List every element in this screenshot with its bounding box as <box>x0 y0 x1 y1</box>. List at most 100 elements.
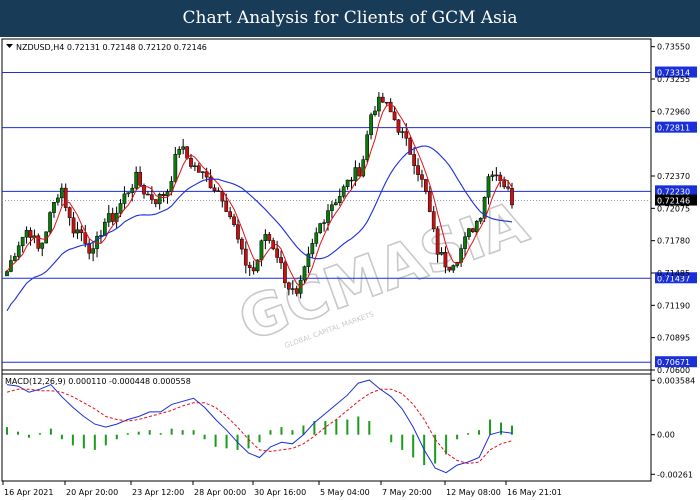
price-tick-label: 0.73255 <box>657 75 690 84</box>
candle-body <box>447 266 452 271</box>
candle-body <box>181 146 186 150</box>
time-tick-label: 20 Apr 20:00 <box>66 488 118 497</box>
candle-body <box>412 154 416 166</box>
candle-body <box>177 149 182 155</box>
candle-body <box>134 171 139 189</box>
candle-body <box>326 210 330 223</box>
candle-body <box>380 96 385 103</box>
candle-body <box>28 230 33 238</box>
candle-body <box>471 228 475 233</box>
candle-body <box>373 110 377 115</box>
candle-body <box>400 131 405 133</box>
candle-body <box>290 288 295 290</box>
time-tick-label: 12 May 08:00 <box>446 488 501 497</box>
candle-body <box>420 174 424 180</box>
candle-body <box>333 202 338 206</box>
price-tick-label: 0.72370 <box>657 172 690 181</box>
candle-body <box>79 229 84 233</box>
candle-body <box>236 224 240 240</box>
candle-body <box>510 188 514 206</box>
candle-body <box>251 267 256 272</box>
time-tick-label: 30 Apr 16:00 <box>254 488 306 497</box>
macd-tick-label: 0.003584 <box>657 376 695 385</box>
candle-body <box>67 207 72 219</box>
candle-body <box>56 197 60 203</box>
candle-body <box>232 216 236 225</box>
price-tick-label: 0.70895 <box>657 334 690 343</box>
candle-body <box>16 245 21 257</box>
candle-body <box>24 230 29 238</box>
candle-body <box>63 187 68 208</box>
candle-body <box>341 186 346 197</box>
candle-body <box>478 217 483 222</box>
macd-tick-label: 0.00 <box>657 431 675 440</box>
candle-body <box>216 190 221 192</box>
candle-body <box>310 243 315 255</box>
time-axis: 16 Apr 2021 20 Apr 20:00 23 Apr 12:00 28 Ap… <box>2 481 562 497</box>
candle-body <box>161 193 166 197</box>
candle-body <box>267 234 272 241</box>
macd-tick-label: -0.00261 <box>657 470 693 479</box>
candle-body <box>392 111 397 121</box>
candle-body <box>189 157 193 167</box>
candle-body <box>110 213 115 222</box>
candle-body <box>275 248 279 258</box>
candle-body <box>243 248 248 266</box>
candle-body <box>463 236 467 249</box>
candle-body <box>494 174 499 177</box>
candle-body <box>220 191 225 202</box>
price-tick-label: 0.73550 <box>657 43 690 52</box>
candle-body <box>12 256 17 261</box>
candle-body <box>404 131 409 139</box>
candle-body <box>118 203 123 214</box>
time-tick-label: 28 Apr 00:00 <box>194 488 246 497</box>
candle-body <box>20 236 25 247</box>
time-tick-label: 5 May 04:00 <box>320 488 370 497</box>
chart-area[interactable]: GCMASIAGLOBAL CAPITAL MARKETS 0.733140.7… <box>0 37 700 500</box>
candle-body <box>279 257 283 264</box>
candle-body <box>427 191 432 212</box>
candle-body <box>240 238 244 250</box>
macd-plot-frame <box>1 373 652 482</box>
candle-body <box>173 154 178 182</box>
candle-body <box>490 174 495 177</box>
candle-body <box>52 202 56 213</box>
candle-body <box>353 167 358 181</box>
candle-body <box>126 192 131 195</box>
candle-body <box>247 264 252 268</box>
candle-body <box>40 242 45 249</box>
candle-body <box>424 179 428 192</box>
candle-body <box>59 187 64 199</box>
price-tick-label: 0.71190 <box>657 301 690 310</box>
candle-body <box>294 288 299 294</box>
candle-body <box>122 193 127 204</box>
candle-body <box>165 191 170 197</box>
candle-body <box>365 134 370 160</box>
candle-body <box>283 262 287 284</box>
candle-body <box>443 252 448 268</box>
price-tick-label: 0.71485 <box>657 269 690 278</box>
symbol-ohlc-label: NZDUSD,H4 0.72131 0.72148 0.72120 0.7214… <box>16 43 207 52</box>
candle-body <box>369 114 373 136</box>
candle-body <box>91 248 95 254</box>
candle-body <box>486 176 491 198</box>
candle-body <box>103 221 107 236</box>
chart-title-banner: Chart Analysis for Clients of GCM Asia <box>0 0 700 37</box>
candle-body <box>185 146 189 159</box>
candle-body <box>75 229 80 234</box>
candle-body <box>357 167 362 177</box>
candle-body <box>314 232 319 244</box>
candle-body <box>506 186 510 189</box>
candle-body <box>345 179 350 187</box>
candle-body <box>439 252 444 255</box>
candle-body <box>106 213 111 223</box>
symbol-info: NZDUSD,H4 0.72131 0.72148 0.72120 0.7214… <box>6 43 207 52</box>
candle-body <box>259 240 264 261</box>
macd-info-label: MACD(12,26,9) 0.000110 -0.000448 0.00055… <box>5 377 191 386</box>
candle-body <box>149 194 154 200</box>
candle-body <box>48 212 52 233</box>
candle-body <box>193 165 197 168</box>
level-price-label: 0.72811 <box>657 124 690 133</box>
candle-body <box>71 217 76 234</box>
price-tick-label: 0.72960 <box>657 107 690 116</box>
